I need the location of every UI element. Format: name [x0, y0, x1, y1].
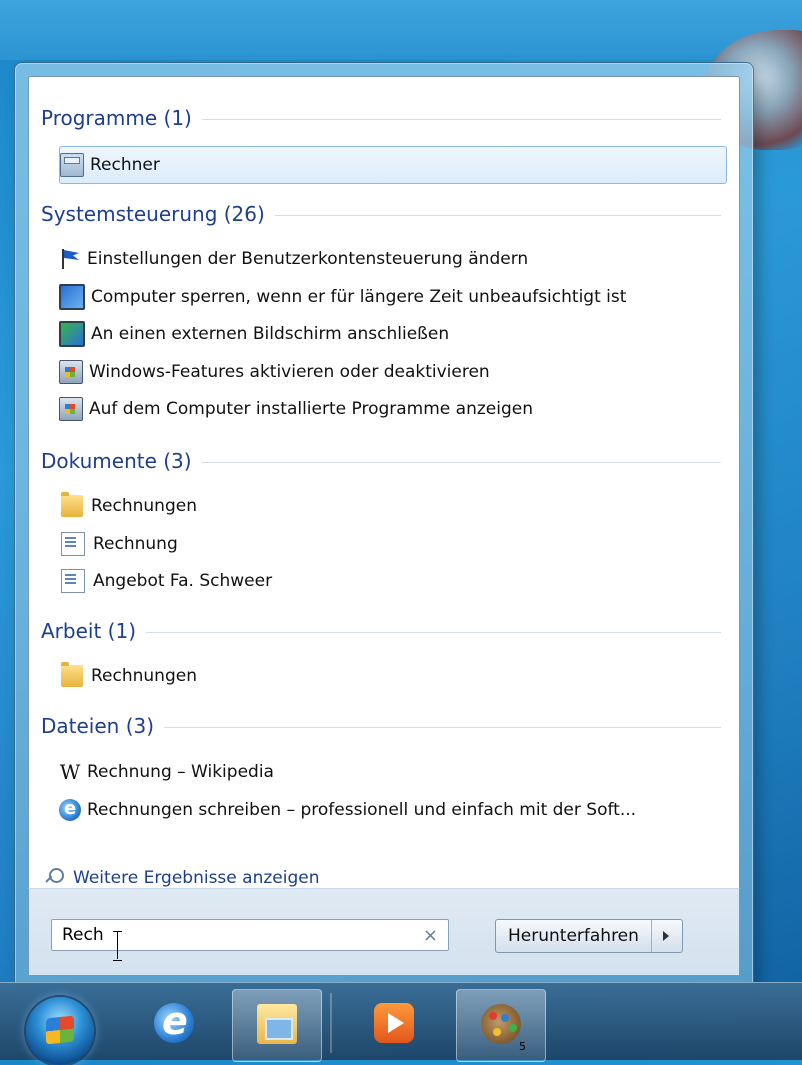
- programs-icon: [59, 360, 83, 384]
- search-results-panel: Programme (1) Rechner Systemsteuerung (2…: [28, 76, 740, 889]
- result-item-web-rechnungen[interactable]: Rechnungen schreiben – professionell und…: [59, 794, 725, 826]
- section-title: Dateien (3): [41, 714, 155, 738]
- window-count-badge: 5: [519, 1040, 526, 1053]
- result-label: Rechnungen schreiben – professionell und…: [87, 800, 637, 820]
- result-item-arbeit-rechnungen[interactable]: Rechnungen: [59, 660, 725, 692]
- desktop-background: [0, 0, 802, 60]
- section-title: Arbeit (1): [41, 619, 136, 643]
- result-label: Computer sperren, wenn er für längere Ze…: [91, 287, 627, 307]
- result-label: Angebot Fa. Schweer: [93, 571, 273, 591]
- start-button[interactable]: [26, 997, 94, 1065]
- taskbar-paint[interactable]: 5: [456, 989, 546, 1062]
- result-label: Rechner: [90, 155, 160, 175]
- result-item-lock-computer[interactable]: Computer sperren, wenn er für längere Ze…: [59, 281, 725, 313]
- start-menu-footer: × Herunterfahren: [28, 888, 740, 976]
- search-input[interactable]: [60, 924, 404, 946]
- section-header-arbeit[interactable]: Arbeit (1): [41, 618, 721, 644]
- shutdown-split-button[interactable]: Herunterfahren: [495, 919, 683, 953]
- result-item-external-display[interactable]: An einen externen Bildschirm anschließen: [59, 318, 725, 350]
- shutdown-options-arrow-icon[interactable]: [650, 920, 682, 952]
- section-divider: [201, 461, 721, 463]
- clear-search-icon[interactable]: ×: [423, 925, 438, 946]
- result-label: Rechnungen: [91, 666, 197, 686]
- result-item-installed-programs[interactable]: Auf dem Computer installierte Programme …: [59, 393, 725, 425]
- media-player-icon: [374, 1003, 414, 1043]
- result-label: Rechnung: [93, 534, 178, 554]
- section-divider: [164, 726, 721, 728]
- taskbar-media-player[interactable]: [350, 989, 438, 1060]
- taskbar-windows-explorer[interactable]: [232, 989, 322, 1062]
- more-results-link[interactable]: Weitere Ergebnisse anzeigen: [43, 867, 319, 889]
- result-item-rechnung-doc[interactable]: Rechnung: [59, 528, 725, 560]
- wikipedia-icon: W: [59, 760, 81, 784]
- section-divider: [274, 214, 721, 216]
- section-title: Programme (1): [41, 106, 192, 130]
- result-label: Rechnung – Wikipedia: [87, 762, 274, 782]
- result-label: Auf dem Computer installierte Programme …: [89, 399, 533, 419]
- folder-icon: [61, 492, 83, 517]
- search-icon: [43, 867, 65, 889]
- programs-icon: [59, 397, 83, 421]
- calculator-icon: [60, 153, 84, 177]
- section-title: Systemsteuerung (26): [41, 202, 265, 226]
- internet-explorer-icon: [59, 798, 81, 821]
- taskbar-separator: [330, 993, 332, 1053]
- uac-flag-icon: [59, 248, 81, 270]
- section-title: Dokumente (3): [41, 449, 192, 473]
- result-label: An einen externen Bildschirm anschließen: [91, 324, 450, 344]
- taskbar: 5: [0, 982, 802, 1065]
- result-label: Rechnungen: [91, 496, 197, 516]
- internet-explorer-icon: [154, 999, 194, 1043]
- monitor-icon: [59, 284, 85, 310]
- search-field[interactable]: ×: [51, 919, 449, 951]
- document-icon: [61, 569, 85, 593]
- result-item-angebot-doc[interactable]: Angebot Fa. Schweer: [59, 565, 725, 597]
- section-divider: [201, 118, 721, 120]
- result-item-wikipedia[interactable]: W Rechnung – Wikipedia: [59, 756, 725, 788]
- more-results-label: Weitere Ergebnisse anzeigen: [73, 868, 320, 888]
- result-item-uac[interactable]: Einstellungen der Benutzerkontensteuerun…: [59, 243, 725, 275]
- taskbar-internet-explorer[interactable]: [130, 989, 218, 1060]
- folder-icon: [61, 662, 83, 687]
- folder-explorer-icon: [257, 1004, 297, 1044]
- document-icon: [61, 532, 85, 556]
- section-header-systemsteuerung[interactable]: Systemsteuerung (26): [41, 201, 721, 227]
- display-icon: [59, 321, 85, 347]
- result-item-rechner[interactable]: Rechner: [59, 146, 727, 184]
- paint-palette-icon: [481, 1004, 521, 1044]
- shutdown-button[interactable]: Herunterfahren: [496, 920, 651, 952]
- section-header-dokumente[interactable]: Dokumente (3): [41, 448, 721, 474]
- result-label: Einstellungen der Benutzerkontensteuerun…: [87, 249, 529, 269]
- section-divider: [146, 631, 721, 633]
- section-header-dateien[interactable]: Dateien (3): [41, 713, 721, 739]
- result-label: Windows-Features aktivieren oder deaktiv…: [89, 362, 490, 382]
- text-cursor-icon: [113, 931, 122, 961]
- result-item-windows-features[interactable]: Windows-Features aktivieren oder deaktiv…: [59, 356, 725, 388]
- result-item-rechnungen-folder[interactable]: Rechnungen: [59, 490, 725, 522]
- section-header-programme[interactable]: Programme (1): [41, 105, 721, 131]
